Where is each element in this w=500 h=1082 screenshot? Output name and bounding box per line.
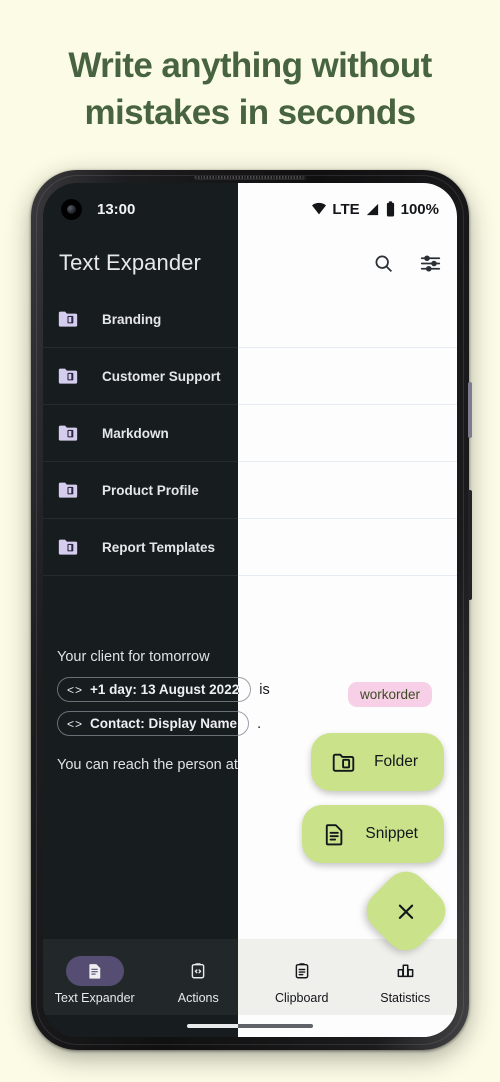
folder-label: Report Templates [102,539,216,555]
nav-label: Clipboard [274,990,329,1005]
app-bar-actions [373,253,441,274]
page-title: Write anything without mistakes in secon… [0,42,500,137]
nav-label: Statistics [380,990,431,1005]
folder-label: Branding [102,311,162,327]
bottom-navigation: Text Expander Actions Clipboard [238,939,457,1015]
snippet-chip1-suffix: is [259,681,270,698]
fab-close-button[interactable] [357,862,455,960]
folder-icon [58,425,78,441]
nav-active-indicator [65,955,124,986]
folder-label: Customer Support [102,368,221,384]
clipboard-icon [295,962,309,978]
placeholder-chip-contact[interactable]: <> Contact: Display Name [57,711,250,737]
snippet-chip2-suffix: . [257,715,262,732]
tag-chip-workorder[interactable]: workorder [347,682,432,707]
network-type-label: LTE [332,200,360,218]
nav-item-actions[interactable]: Actions [238,939,250,1015]
wifi-icon [312,202,327,215]
document-icon [89,963,100,979]
headline-line-2: mistakes in seconds [84,93,417,133]
close-icon [398,903,414,919]
nav-icon-wrap [169,956,227,986]
placeholder-chip-date[interactable]: <> +1 day: 13 August 2022 [238,677,252,703]
folder-row[interactable]: Customer Support [238,348,457,405]
folder-label: Product Profile [102,482,199,498]
nav-label: Text Expander [54,990,135,1005]
status-indicators: LTE 100% [311,201,439,218]
nav-label: Actions [177,990,219,1005]
phone-screen: 13:00 LTE 100% Text Expander [43,183,457,1037]
nav-item-clipboard[interactable]: Clipboard [250,939,354,1015]
status-bar: 13:00 LTE 100% [238,183,457,235]
battery-percent-label: 100% [400,200,439,218]
close-icon-wrap [396,901,417,922]
nav-icon-wrap [376,956,434,986]
folder-icon [58,311,78,327]
folder-icon [58,482,78,498]
placeholder-chip-date[interactable]: <> +1 day: 13 August 2022 [57,677,252,703]
search-icon[interactable] [373,253,394,274]
clipboard-code-icon [191,962,205,978]
status-time: 13:00 [97,200,136,218]
folder-label: Markdown [102,425,169,441]
nav-item-text-expander[interactable]: Text Expander [43,939,147,1015]
folder-row[interactable]: Markdown [238,405,457,462]
home-indicator[interactable] [238,1024,313,1028]
bar-chart-icon [397,964,414,978]
snippet-line-1: Your client for tomorrow [238,647,443,668]
placeholder-chip-label: Contact: Display Name [90,716,238,732]
app-bar: Text Expander [238,235,457,291]
folder-row[interactable]: Branding [238,291,457,348]
fab-new-snippet-button[interactable]: Snippet [302,805,444,863]
app-title: Text Expander [59,250,201,275]
code-icon: <> [67,716,84,731]
fab-new-folder-button[interactable]: Folder [311,733,444,791]
tune-icon[interactable] [420,253,441,274]
battery-icon [386,201,394,217]
document-icon [326,823,343,845]
placeholder-chip-label: +1 day: 13 August 2022 [90,682,240,698]
power-button[interactable] [468,382,472,438]
folder-icon [332,753,355,772]
signal-icon [366,203,378,215]
headline-line-1: Write anything without [68,46,432,85]
system-navigation-bar [238,1015,457,1037]
front-camera-icon [61,198,82,220]
nav-icon-wrap [273,956,331,986]
nav-item-actions[interactable]: Actions [147,939,251,1015]
volume-button[interactable] [468,490,472,600]
folder-icon [58,539,78,555]
folder-row[interactable]: Report Templates [238,519,457,576]
fab-expanded-menu: workorder Folder Snippet [302,682,455,960]
earpiece-speaker [194,175,306,180]
fab-label: Snippet [365,825,418,842]
folder-icon [58,368,78,384]
fab-label: Folder [374,753,418,770]
code-icon: <> [67,682,84,697]
phone-mockup: 13:00 LTE 100% Text Expander [31,170,472,1050]
folder-list: Branding Customer Support Markdown Produ… [238,291,457,576]
placeholder-chip-contact[interactable]: <> Contact: Display Name [238,711,250,737]
placeholder-chip-label: +1 day: 13 August 2022 [238,682,239,697]
folder-row[interactable]: Product Profile [238,462,457,519]
